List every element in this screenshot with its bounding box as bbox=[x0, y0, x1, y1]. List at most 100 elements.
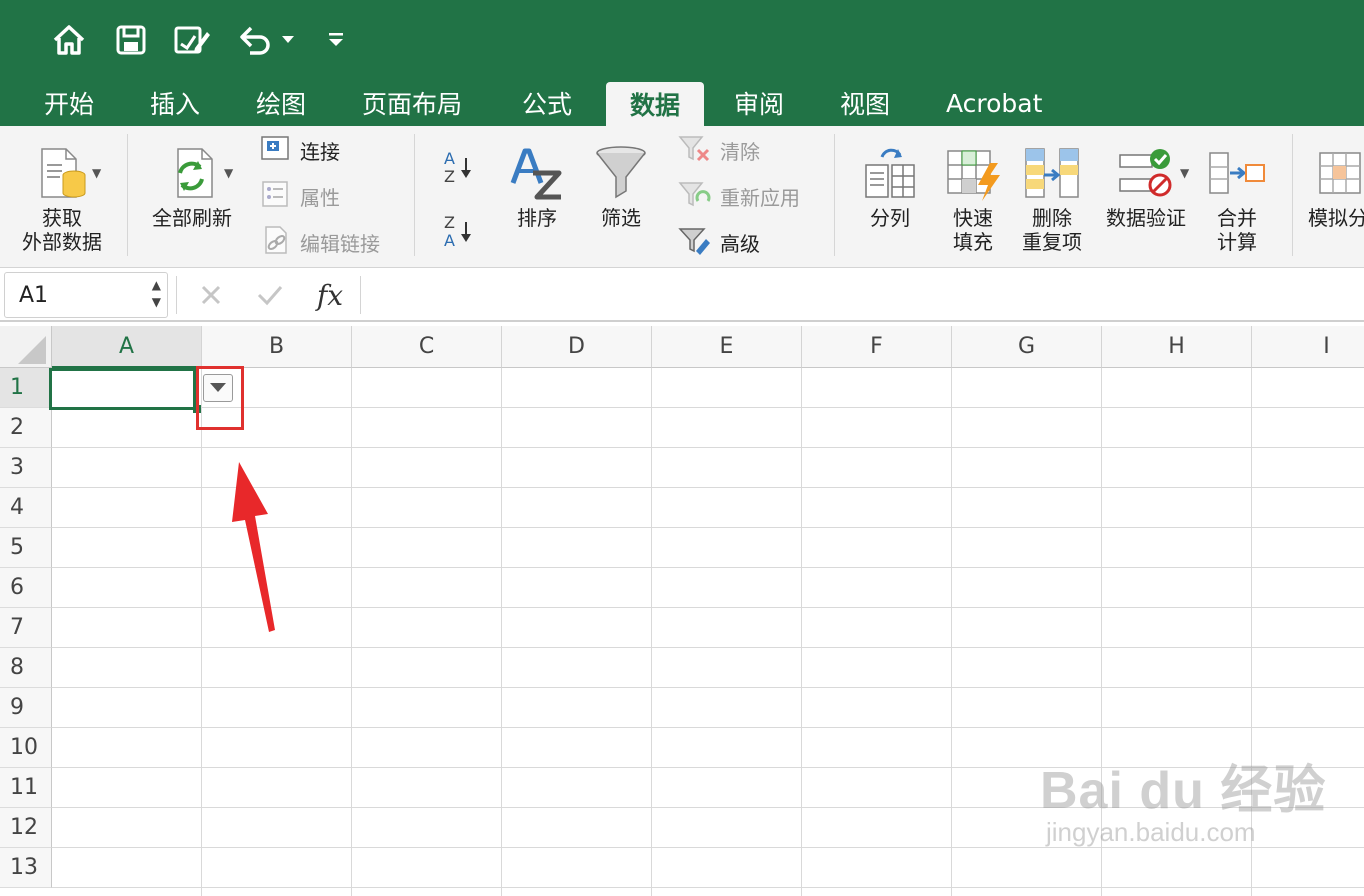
sort-ascending-button[interactable]: A Z bbox=[444, 144, 473, 192]
name-box-stepper[interactable]: ▲ ▼ bbox=[152, 277, 161, 311]
consolidate-button[interactable]: 合并 计算 bbox=[1204, 140, 1270, 254]
undo-icon[interactable] bbox=[236, 18, 274, 62]
arrow-down-icon bbox=[460, 222, 471, 242]
connections-label: 连接 bbox=[300, 139, 340, 164]
chevron-down-icon[interactable]: ▼ bbox=[224, 166, 233, 180]
name-box[interactable]: A1 ▲ ▼ bbox=[4, 272, 168, 318]
column-header-f[interactable]: F bbox=[802, 326, 952, 368]
row-header-1[interactable]: 1 bbox=[0, 368, 52, 408]
formula-divider bbox=[176, 276, 177, 314]
row-header-10[interactable]: 10 bbox=[0, 728, 52, 768]
sort-za-icon: Z A bbox=[444, 214, 455, 250]
column-header-h[interactable]: H bbox=[1102, 326, 1252, 368]
row-header-3[interactable]: 3 bbox=[0, 448, 52, 488]
validation-dropdown-button[interactable] bbox=[203, 374, 233, 402]
insert-function-button[interactable]: fx bbox=[310, 274, 350, 316]
connections-button[interactable]: 连接 bbox=[260, 132, 340, 168]
formula-bar: A1 ▲ ▼ fx bbox=[0, 268, 1364, 322]
properties-icon bbox=[260, 179, 292, 213]
arrow-down-icon bbox=[460, 158, 471, 178]
row-header-7[interactable]: 7 bbox=[0, 608, 52, 648]
clear-filter-button[interactable]: 清除 bbox=[678, 132, 760, 168]
tab-draw[interactable]: 绘图 bbox=[234, 80, 328, 126]
sort-za-top: Z bbox=[444, 213, 455, 232]
what-if-label: 模拟分 bbox=[1308, 206, 1364, 230]
clear-filter-icon bbox=[678, 133, 712, 167]
row-header-12[interactable]: 12 bbox=[0, 808, 52, 848]
ribbon-data: 获取 外部数据 ▼ 全部刷新 ▼ 连接 属性 编辑链接 A Z Z A 排序 筛… bbox=[0, 126, 1364, 268]
column-header-g[interactable]: G bbox=[952, 326, 1102, 368]
flash-fill-button[interactable]: 快速 填充 bbox=[936, 140, 1010, 254]
row-header-2[interactable]: 2 bbox=[0, 408, 52, 448]
data-validation-label: 数据验证 bbox=[1106, 206, 1186, 230]
edit-sheet-icon[interactable] bbox=[170, 18, 214, 62]
sort-label: 排序 bbox=[517, 206, 557, 230]
refresh-icon bbox=[162, 140, 222, 206]
excel-window: 开始 插入 绘图 页面布局 公式 数据 审阅 视图 Acrobat 获取 外部数… bbox=[0, 0, 1364, 896]
data-validation-button[interactable]: 数据验证 bbox=[1100, 140, 1192, 230]
formula-input[interactable] bbox=[372, 274, 1352, 316]
chevron-down-icon[interactable]: ▼ bbox=[92, 166, 101, 180]
tab-insert[interactable]: 插入 bbox=[128, 80, 222, 126]
cancel-icon[interactable] bbox=[194, 274, 228, 316]
save-icon[interactable] bbox=[112, 18, 150, 62]
get-external-data-label-1: 获取 bbox=[42, 206, 82, 230]
flash-fill-icon bbox=[942, 140, 1004, 206]
sort-button[interactable]: 排序 bbox=[504, 140, 570, 230]
tab-acrobat[interactable]: Acrobat bbox=[924, 80, 1064, 126]
consolidate-label-1: 合并 bbox=[1217, 206, 1257, 230]
column-header-d[interactable]: D bbox=[502, 326, 652, 368]
advanced-filter-icon bbox=[678, 225, 712, 259]
refresh-all-label: 全部刷新 bbox=[152, 206, 232, 230]
tab-formulas[interactable]: 公式 bbox=[500, 80, 594, 126]
edit-links-button[interactable]: 编辑链接 bbox=[260, 224, 380, 260]
tab-review[interactable]: 审阅 bbox=[712, 80, 806, 126]
get-external-data-button[interactable]: 获取 外部数据 bbox=[14, 140, 110, 254]
row-header-5[interactable]: 5 bbox=[0, 528, 52, 568]
row-header-9[interactable]: 9 bbox=[0, 688, 52, 728]
advanced-filter-label: 高级 bbox=[720, 231, 760, 256]
confirm-icon[interactable] bbox=[252, 274, 288, 316]
tab-home[interactable]: 开始 bbox=[22, 80, 116, 126]
what-if-analysis-button[interactable]: 模拟分 bbox=[1308, 140, 1364, 230]
filter-label: 筛选 bbox=[601, 206, 641, 230]
ribbon-divider bbox=[127, 134, 128, 256]
tab-data[interactable]: 数据 bbox=[606, 82, 704, 126]
filter-button[interactable]: 筛选 bbox=[588, 140, 654, 230]
chevron-down-icon[interactable]: ▼ bbox=[1180, 166, 1189, 180]
advanced-filter-button[interactable]: 高级 bbox=[678, 224, 760, 260]
connections-icon bbox=[260, 133, 292, 167]
sort-za-bottom: A bbox=[444, 231, 455, 250]
customize-qat-icon[interactable] bbox=[322, 18, 350, 62]
row-header-6[interactable]: 6 bbox=[0, 568, 52, 608]
get-external-data-label-2: 外部数据 bbox=[22, 230, 102, 254]
column-header-b[interactable]: B bbox=[202, 326, 352, 368]
column-header-c[interactable]: C bbox=[352, 326, 502, 368]
consolidate-label-2: 计算 bbox=[1217, 230, 1257, 254]
tab-view[interactable]: 视图 bbox=[818, 80, 912, 126]
properties-button[interactable]: 属性 bbox=[260, 178, 340, 214]
column-header-e[interactable]: E bbox=[652, 326, 802, 368]
home-icon[interactable] bbox=[50, 18, 88, 62]
sort-descending-button[interactable]: Z A bbox=[444, 208, 473, 256]
edit-links-icon bbox=[260, 225, 292, 259]
chevron-down-icon[interactable]: ▼ bbox=[152, 294, 161, 311]
text-to-columns-button[interactable]: 分列 bbox=[852, 140, 928, 230]
row-header-11[interactable]: 11 bbox=[0, 768, 52, 808]
refresh-all-button[interactable]: 全部刷新 bbox=[140, 140, 244, 230]
undo-dropdown-icon[interactable] bbox=[278, 18, 298, 62]
column-header-a[interactable]: A bbox=[52, 326, 202, 368]
fill-handle[interactable] bbox=[193, 405, 201, 413]
chevron-up-icon[interactable]: ▲ bbox=[152, 277, 161, 294]
row-header-8[interactable]: 8 bbox=[0, 648, 52, 688]
select-all-button[interactable] bbox=[0, 326, 52, 368]
row-header-13[interactable]: 13 bbox=[0, 848, 52, 888]
tab-page-layout[interactable]: 页面布局 bbox=[340, 80, 484, 126]
row-header-4[interactable]: 4 bbox=[0, 488, 52, 528]
remove-duplicates-button[interactable]: 删除 重复项 bbox=[1014, 140, 1090, 254]
column-header-i[interactable]: I bbox=[1252, 326, 1364, 368]
consolidate-icon bbox=[1206, 140, 1268, 206]
reapply-filter-button[interactable]: 重新应用 bbox=[678, 178, 800, 214]
active-cell-a1[interactable] bbox=[49, 368, 196, 410]
sort-az-top: A bbox=[444, 149, 455, 168]
